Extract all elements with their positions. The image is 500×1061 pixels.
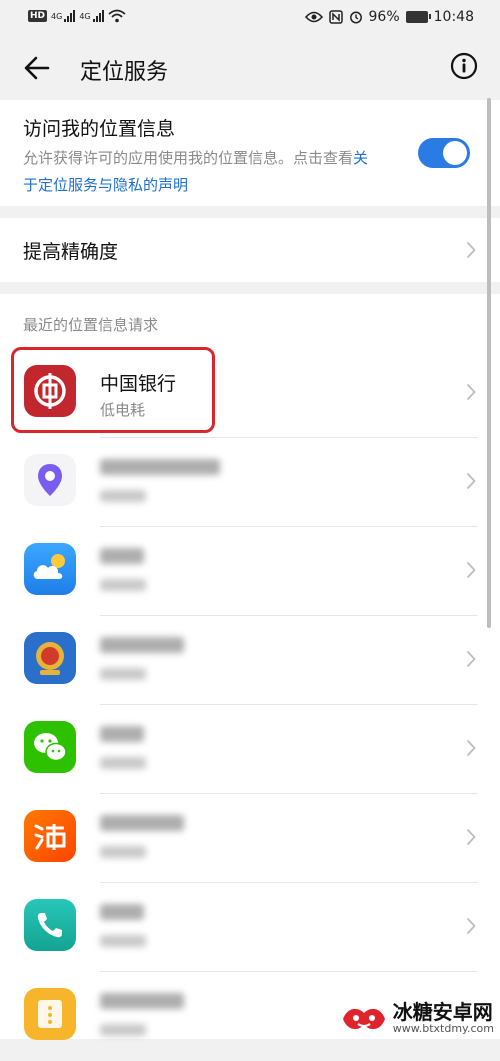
app-sub-blurred <box>100 844 146 862</box>
status-left: HD 4G 4G <box>28 9 126 23</box>
chevron-right-icon <box>466 383 476 401</box>
app-name-blurred <box>100 814 184 836</box>
app-sub-blurred <box>100 488 146 506</box>
app-row[interactable] <box>0 438 500 527</box>
highlight-box <box>11 347 215 433</box>
location-access-description: 允许获得许可的应用使用我的位置信息。点击查看关于定位服务与隐私的声明 <box>23 145 383 199</box>
taobao-icon <box>24 810 76 862</box>
weather-icon <box>24 543 76 595</box>
tax-emblem-icon <box>24 632 76 684</box>
phone-icon <box>24 899 76 951</box>
file-manager-icon <box>24 988 76 1040</box>
toggle-knob <box>443 141 467 165</box>
recent-requests-label: 最近的位置信息请求 <box>23 316 159 334</box>
location-pin-icon <box>24 454 76 506</box>
watermark-logo-icon <box>342 1008 385 1029</box>
app-sub-blurred <box>100 666 146 684</box>
battery-icon <box>405 11 431 23</box>
back-arrow-icon[interactable] <box>18 50 58 86</box>
app-row[interactable] <box>0 527 500 616</box>
battery-percent: 96% <box>368 9 400 25</box>
nfc-icon <box>328 10 343 24</box>
info-icon[interactable] <box>450 52 478 80</box>
app-sub-blurred <box>100 755 146 773</box>
signal-icon-2 <box>92 10 104 22</box>
scrollbar[interactable] <box>487 98 491 628</box>
watermark-main: 冰糖安卓网 <box>392 1000 493 1025</box>
app-name-blurred <box>100 636 184 658</box>
hd-badge: HD <box>28 10 48 22</box>
app-name-blurred <box>100 903 144 925</box>
wifi-icon <box>108 9 126 23</box>
app-sub-blurred <box>100 1022 146 1040</box>
alarm-icon <box>349 11 362 24</box>
chevron-right-icon <box>466 828 476 846</box>
app-row[interactable] <box>0 794 500 883</box>
improve-accuracy-row[interactable]: 提高精确度 <box>0 218 500 282</box>
location-access-toggle[interactable] <box>418 138 470 168</box>
improve-accuracy-label: 提高精确度 <box>23 241 119 263</box>
watermark-text: 冰糖安卓网 www.btxtdmy.com <box>393 1002 494 1035</box>
eye-icon <box>304 11 323 23</box>
app-sub-blurred <box>100 577 146 595</box>
chevron-right-icon <box>466 739 476 757</box>
app-row[interactable] <box>0 883 500 972</box>
page-title: 定位服务 <box>80 60 169 85</box>
app-name-blurred <box>100 547 144 569</box>
chevron-right-icon <box>466 472 476 490</box>
chevron-right-icon <box>466 241 476 259</box>
watermark-url: www.btxtdmy.com <box>392 1022 494 1036</box>
clock: 10:48 <box>433 9 474 25</box>
app-row[interactable] <box>0 616 500 705</box>
status-right: 96% 10:48 <box>304 9 474 25</box>
app-row[interactable] <box>0 705 500 794</box>
app-name-blurred <box>100 992 184 1014</box>
location-access-title: 访问我的位置信息 <box>23 118 176 140</box>
chevron-right-icon <box>466 917 476 935</box>
app-name-blurred <box>100 725 144 747</box>
app-sub-blurred <box>100 933 146 951</box>
signal-icon <box>64 10 76 22</box>
chevron-right-icon <box>466 650 476 668</box>
status-bar: HD 4G 4G 96% 10:48 <box>0 0 500 36</box>
network-type-1: 4G <box>51 11 63 21</box>
location-access-card: 访问我的位置信息 允许获得许可的应用使用我的位置信息。点击查看关于定位服务与隐私… <box>0 100 500 206</box>
app-name-blurred <box>100 458 220 480</box>
network-type-2: 4G <box>79 11 91 21</box>
wechat-icon <box>24 721 76 773</box>
app-bar: 定位服务 <box>0 36 500 100</box>
description-text: 允许获得许可的应用使用我的位置信息。点击查看 <box>23 149 354 167</box>
chevron-right-icon <box>466 561 476 579</box>
watermark: 冰糖安卓网 www.btxtdmy.com <box>341 1002 494 1035</box>
